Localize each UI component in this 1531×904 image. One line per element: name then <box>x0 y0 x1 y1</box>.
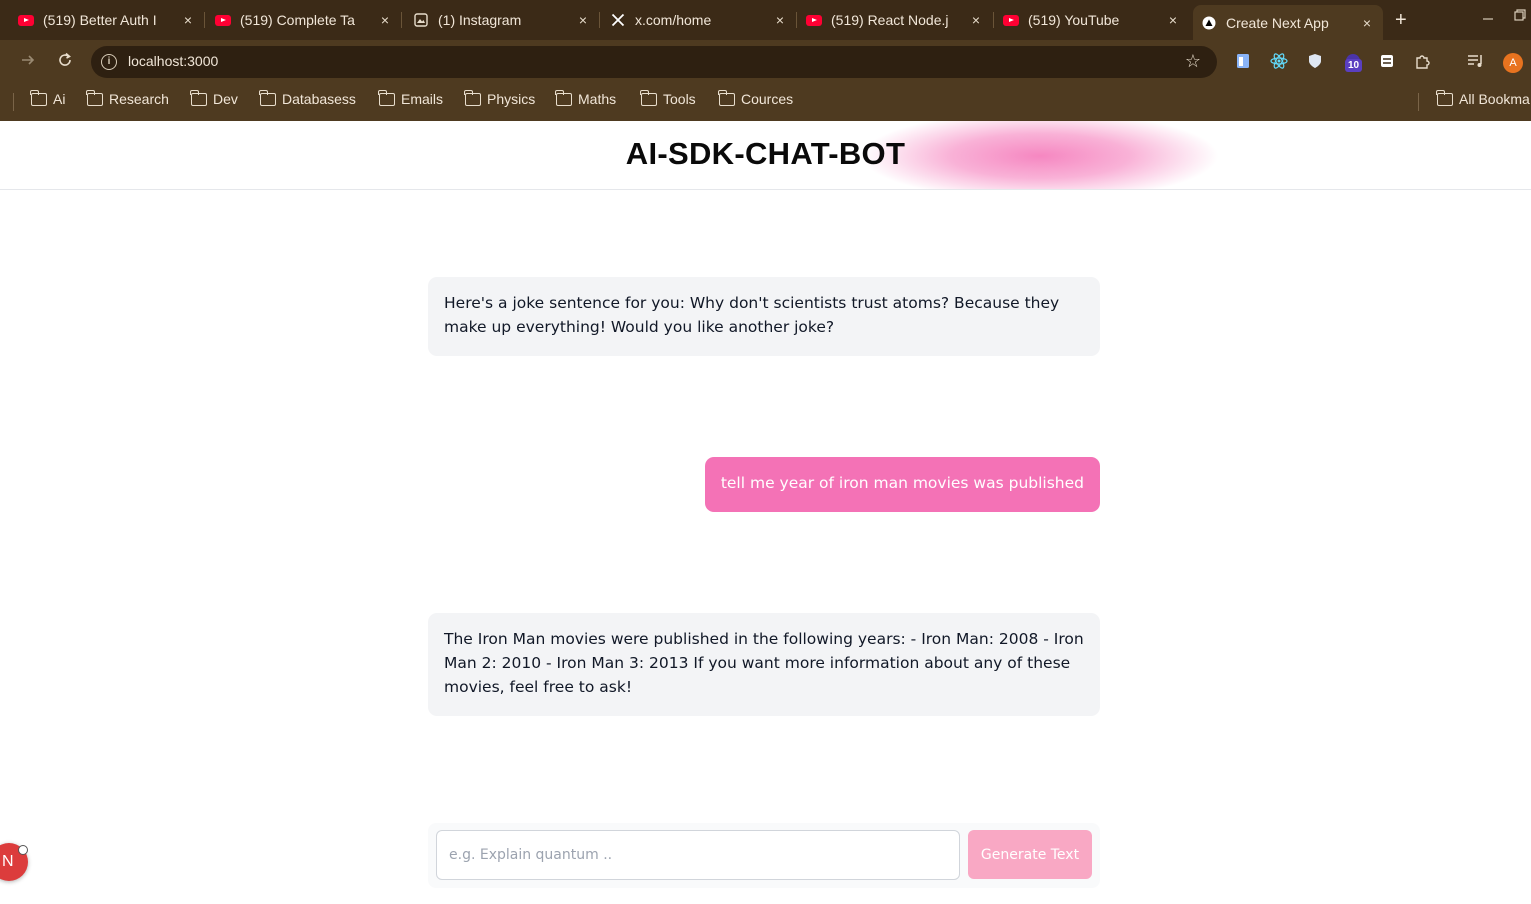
page-title: AI-SDK-CHAT-BOT <box>625 136 906 171</box>
tab-divider <box>401 12 402 28</box>
site-info-icon[interactable]: i <box>101 54 117 70</box>
bookmark-label: Cources <box>741 91 794 107</box>
docs-extension-icon[interactable] <box>1234 52 1252 70</box>
tab-title: (519) Complete Ta <box>240 12 355 28</box>
youtube-icon <box>806 12 822 28</box>
close-icon[interactable]: × <box>968 12 984 28</box>
app-header: AI-SDK-CHAT-BOT <box>0 121 1531 190</box>
tab-title: Create Next App <box>1226 14 1329 31</box>
bookmark-label: Physics <box>487 91 536 107</box>
tab-divider <box>599 12 600 28</box>
user-message: tell me year of iron man movies was publ… <box>704 457 1100 512</box>
bookmark-research[interactable]: Research <box>86 89 169 107</box>
tab-divider <box>796 12 797 28</box>
close-icon[interactable]: × <box>1359 15 1375 31</box>
bookmark-star-icon[interactable]: ☆ <box>1185 51 1201 72</box>
folder-icon <box>464 89 481 106</box>
profile-avatar[interactable]: A <box>1503 53 1523 73</box>
tab-complete[interactable]: (519) Complete Ta × <box>215 6 393 34</box>
bookmark-divider <box>1418 93 1419 111</box>
message-text: The Iron Man movies were published in th… <box>444 630 1084 696</box>
tab-title: x.com/home <box>635 12 712 28</box>
folder-icon <box>190 89 207 106</box>
folder-icon <box>1436 89 1453 106</box>
tab-title: (1) Instagram <box>438 12 522 28</box>
media-control-icon[interactable] <box>1467 52 1485 70</box>
bookmark-tools[interactable]: Tools <box>640 89 696 107</box>
bookmark-label: Research <box>109 91 169 107</box>
bookmark-label: Databasess <box>282 91 356 107</box>
bookmark-label: Dev <box>213 91 238 107</box>
forward-icon[interactable] <box>20 52 36 73</box>
bookmark-maths[interactable]: Maths <box>555 89 617 107</box>
tab-youtube[interactable]: (519) YouTube × <box>1003 6 1181 34</box>
tab-better-auth[interactable]: (519) Better Auth I × <box>18 6 196 34</box>
tab-instagram[interactable]: (1) Instagram × <box>413 6 591 34</box>
bookmark-label: Tools <box>663 91 696 107</box>
reload-icon[interactable] <box>57 52 73 73</box>
dev-indicator-dot <box>18 845 28 855</box>
browser-toolbar: i localhost:3000 ☆ 10 A <box>0 40 1531 84</box>
bookmark-label: Emails <box>401 91 444 107</box>
folder-icon <box>718 89 735 106</box>
assistant-message: Here's a joke sentence for you: Why don'… <box>428 277 1100 356</box>
tab-title: (519) YouTube <box>1028 12 1120 28</box>
close-icon[interactable]: × <box>377 12 393 28</box>
x-icon <box>610 12 626 28</box>
prompt-form: Generate Text <box>428 823 1100 888</box>
generate-text-button[interactable]: Generate Text <box>968 830 1092 879</box>
instagram-icon <box>413 12 429 28</box>
bookmark-label: Maths <box>578 91 617 107</box>
nextjs-icon <box>1201 15 1217 31</box>
shield-icon[interactable] <box>1306 52 1324 70</box>
extension-count-badge: 10 <box>1345 59 1363 72</box>
tab-x-home[interactable]: x.com/home × <box>610 6 788 34</box>
restore-icon[interactable] <box>1514 8 1526 24</box>
youtube-icon <box>215 12 231 28</box>
bookmark-label: All Bookma <box>1459 91 1530 107</box>
prompt-input[interactable] <box>436 830 960 880</box>
message-text: tell me year of iron man movies was publ… <box>720 474 1084 492</box>
youtube-icon <box>1003 12 1019 28</box>
bookmarks-bar: Ai Research Dev Databasess Emails Physic… <box>0 84 1531 121</box>
address-bar[interactable]: i localhost:3000 ☆ <box>91 46 1217 78</box>
folder-icon <box>86 89 103 106</box>
tab-title: (519) Better Auth I <box>43 12 157 28</box>
all-bookmarks[interactable]: All Bookma <box>1436 89 1530 107</box>
close-icon[interactable]: × <box>772 12 788 28</box>
tab-title: (519) React Node.j <box>831 12 949 28</box>
bookmark-label: Ai <box>53 91 66 107</box>
tab-divider <box>204 12 205 28</box>
youtube-icon <box>18 12 34 28</box>
close-icon[interactable]: × <box>180 12 196 28</box>
bookmark-divider <box>13 93 14 111</box>
bookmark-emails[interactable]: Emails <box>378 89 444 107</box>
tab-strip: (519) Better Auth I × (519) Complete Ta … <box>0 0 1531 40</box>
message-text: Here's a joke sentence for you: Why don'… <box>444 294 1060 336</box>
close-icon[interactable]: × <box>1165 12 1181 28</box>
bookmark-dev[interactable]: Dev <box>190 89 238 107</box>
minimize-icon[interactable] <box>1482 8 1494 24</box>
react-devtools-icon[interactable] <box>1270 52 1288 70</box>
tab-create-next-app[interactable]: Create Next App × <box>1193 5 1383 40</box>
bookmark-physics[interactable]: Physics <box>464 89 536 107</box>
bookmark-cources[interactable]: Cources <box>718 89 794 107</box>
close-icon[interactable]: × <box>575 12 591 28</box>
folder-icon <box>555 89 572 106</box>
tab-divider <box>993 12 994 28</box>
new-tab-button[interactable]: + <box>1395 9 1407 32</box>
folder-icon <box>640 89 657 106</box>
tab-react-node[interactable]: (519) React Node.j × <box>806 6 984 34</box>
bookmark-databasess[interactable]: Databasess <box>259 89 356 107</box>
folder-icon <box>378 89 395 106</box>
tab-manager-icon[interactable] <box>1378 52 1396 70</box>
assistant-message: The Iron Man movies were published in th… <box>428 613 1100 716</box>
browser-chrome: (519) Better Auth I × (519) Complete Ta … <box>0 0 1531 121</box>
folder-icon <box>259 89 276 106</box>
folder-icon <box>30 89 47 106</box>
bookmark-ai[interactable]: Ai <box>30 89 66 107</box>
url-text[interactable]: localhost:3000 <box>128 53 218 69</box>
puzzle-icon[interactable] <box>1414 52 1432 70</box>
